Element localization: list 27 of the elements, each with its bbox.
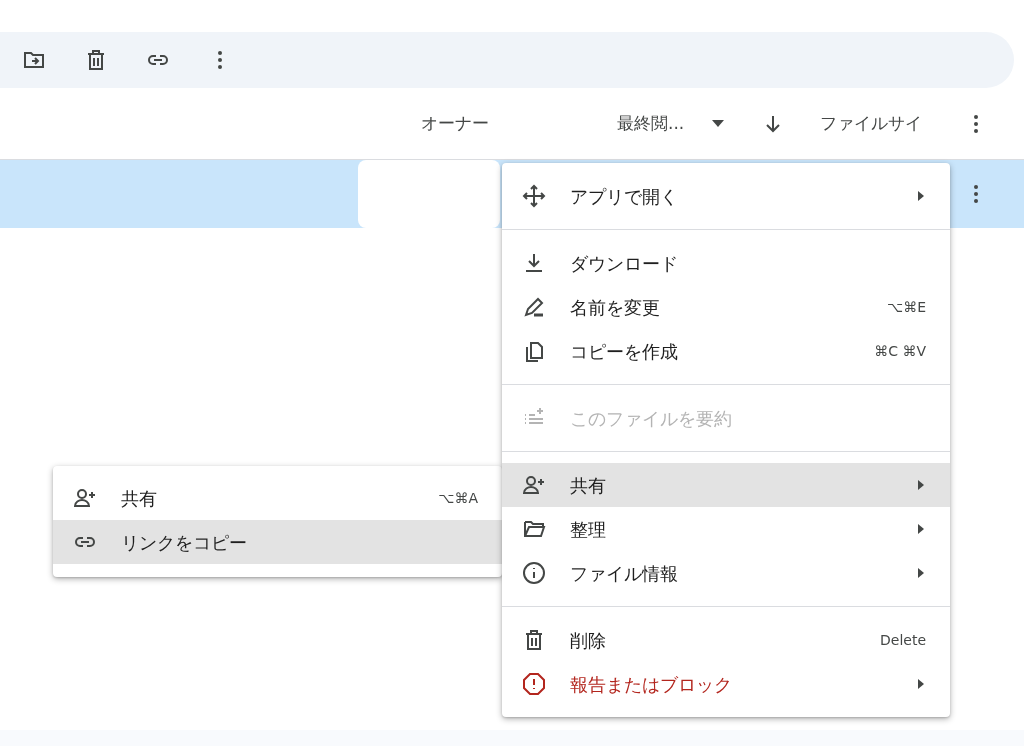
menu-item[interactable]: 共有 ⌥⌘A bbox=[53, 476, 502, 520]
person-add-icon bbox=[522, 473, 546, 497]
menu-item[interactable]: コピーを作成 ⌘C ⌘V bbox=[502, 329, 950, 373]
warning-icon bbox=[522, 672, 546, 696]
shortcut-label: ⌥⌘E bbox=[887, 297, 926, 317]
shortcut-label: Delete bbox=[880, 630, 926, 650]
sort-column-header[interactable]: 最終閲... bbox=[617, 110, 685, 137]
menu-item[interactable]: 共有 bbox=[502, 463, 950, 507]
shortcut-label: ⌥⌘A bbox=[438, 488, 478, 508]
link-icon bbox=[73, 536, 97, 548]
person-add-icon bbox=[73, 486, 97, 510]
column-header[interactable]: オーナー bbox=[421, 110, 489, 137]
menu-item[interactable]: 整理 bbox=[502, 507, 950, 551]
move-arrows-icon bbox=[522, 184, 546, 208]
info-icon bbox=[522, 561, 546, 585]
shortcut-label: ⌘C ⌘V bbox=[874, 341, 926, 361]
menu-item[interactable]: アプリで開く bbox=[502, 174, 950, 218]
caret-icon[interactable] bbox=[712, 119, 724, 128]
pencil-icon bbox=[522, 295, 546, 319]
menu-item[interactable]: 削除 Delete bbox=[502, 618, 950, 662]
menu-item[interactable]: ファイル情報 bbox=[502, 551, 950, 595]
menu-item[interactable]: 名前を変更 ⌥⌘E bbox=[502, 285, 950, 329]
sort-arrow-icon[interactable] bbox=[764, 114, 782, 133]
column-header[interactable]: ファイルサイ bbox=[820, 110, 922, 137]
menu-item[interactable]: 報告またはブロック bbox=[502, 662, 950, 706]
menu-item[interactable]: ダウンロード bbox=[502, 241, 950, 285]
menu-item[interactable]: リンクをコピー bbox=[53, 520, 502, 564]
